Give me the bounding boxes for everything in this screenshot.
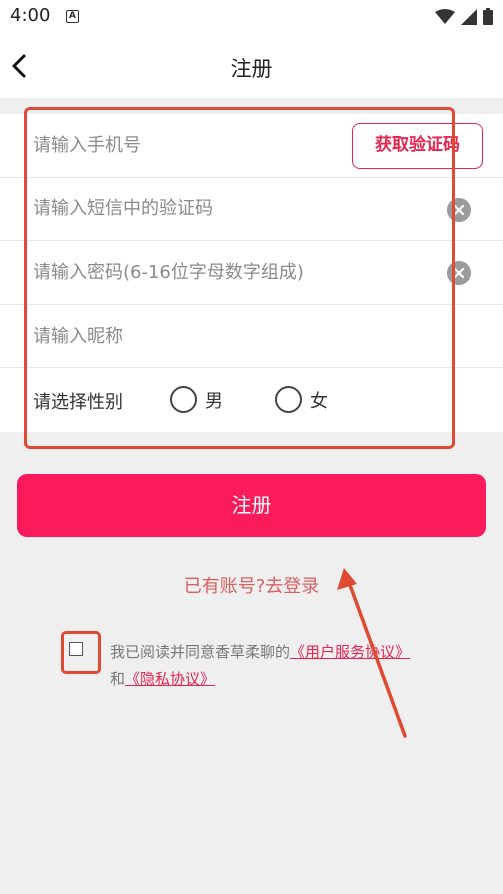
phone-row: 获取验证码 [0, 114, 503, 178]
register-screen: 4:00 A 注册 获取验证码 [0, 0, 503, 894]
gender-male-radio[interactable]: 男 [170, 386, 223, 414]
sms-code-input[interactable] [33, 177, 433, 241]
password-input[interactable] [33, 241, 433, 304]
login-link[interactable]: 已有账号?去登录 [0, 572, 503, 598]
privacy-policy-link[interactable]: 《隐私协议》 [125, 670, 215, 688]
page-title: 注册 [230, 57, 273, 81]
password-row [0, 241, 503, 305]
status-icons [435, 8, 493, 25]
nickname-input[interactable] [33, 304, 333, 368]
battery-icon [483, 8, 493, 25]
notification-a-icon: A [66, 10, 79, 23]
agreement-prefix: 我已阅读并同意香草柔聊的 [110, 643, 291, 661]
signal-icon [461, 8, 477, 25]
wifi-icon [435, 8, 455, 24]
agree-checkbox[interactable] [69, 642, 83, 656]
header: 注册 [0, 34, 503, 98]
radio-circle-icon [170, 386, 197, 414]
register-button[interactable]: 注册 [17, 474, 486, 537]
gender-female-label: 女 [310, 390, 328, 412]
code-row [0, 177, 503, 242]
user-agreement-link[interactable]: 《用户服务协议》 [290, 643, 410, 661]
register-form: 获取验证码 请选择性别 男 [0, 114, 503, 432]
status-bar: 4:00 A [0, 0, 503, 34]
phone-input[interactable] [33, 114, 333, 177]
gender-male-label: 男 [205, 390, 223, 412]
gender-label: 请选择性别 [33, 392, 123, 414]
clear-icon[interactable] [447, 197, 471, 222]
gender-row: 请选择性别 男 女 [0, 368, 503, 432]
gender-female-radio[interactable]: 女 [275, 386, 328, 414]
status-time: 4:00 [10, 5, 51, 26]
agreement-and: 和 [110, 670, 126, 688]
get-code-button[interactable]: 获取验证码 [352, 123, 483, 169]
agreement-text: 我已阅读并同意香草柔聊的《用户服务协议》 和《隐私协议》 [110, 639, 420, 693]
radio-circle-icon [275, 386, 302, 414]
nickname-row [0, 304, 503, 369]
clear-icon[interactable] [447, 261, 471, 286]
